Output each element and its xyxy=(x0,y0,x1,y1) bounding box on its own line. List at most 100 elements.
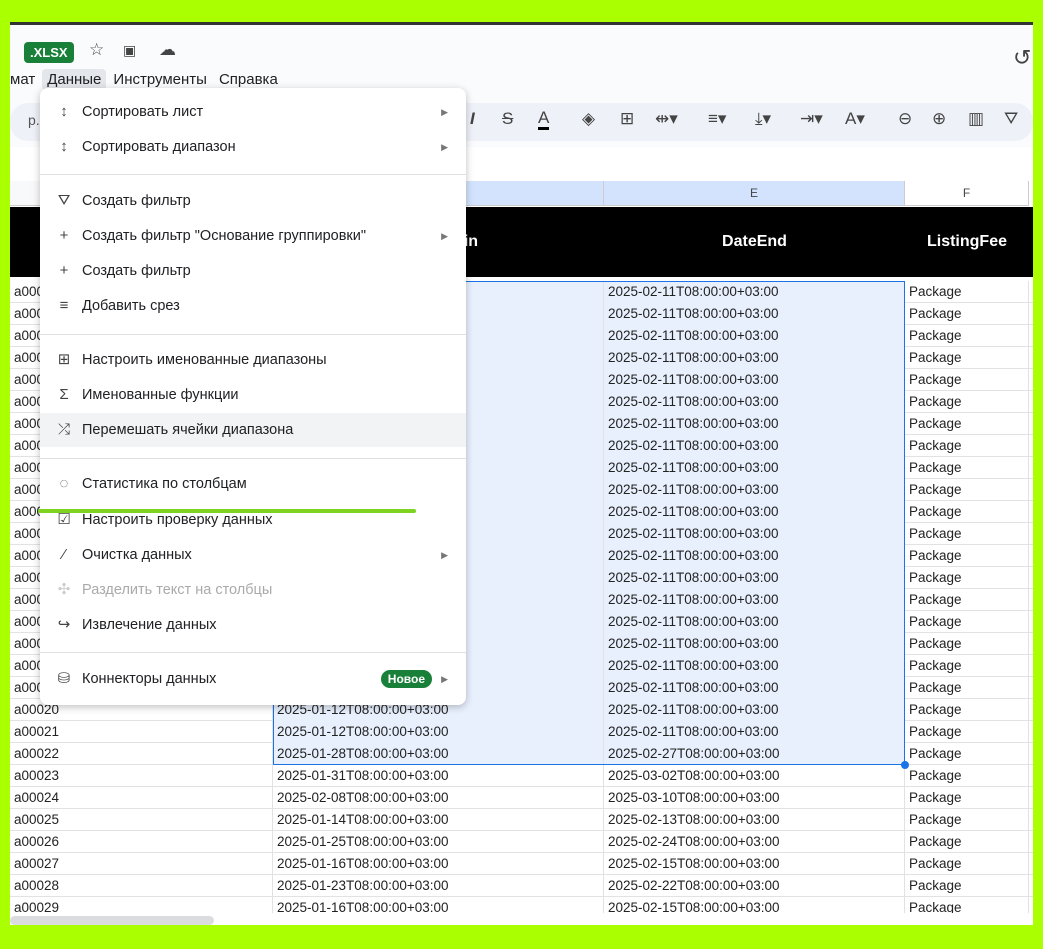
cell-date-end[interactable]: 2025-02-11T08:00:00+03:00 xyxy=(604,567,905,589)
cell-date-end[interactable]: 2025-02-11T08:00:00+03:00 xyxy=(604,457,905,479)
cell-date-end[interactable]: 2025-02-15T08:00:00+03:00 xyxy=(604,853,905,875)
link-icon[interactable]: ⊖ xyxy=(898,109,912,129)
cell-listing-fee[interactable]: Package xyxy=(905,281,1029,303)
cell-date-end[interactable]: 2025-02-11T08:00:00+03:00 xyxy=(604,721,905,743)
cell-listing-fee[interactable]: Package xyxy=(905,501,1029,523)
cell-listing-fee[interactable]: Package xyxy=(905,435,1029,457)
cell-listing-fee[interactable]: Package xyxy=(905,325,1029,347)
cell-listing-fee[interactable]: Package xyxy=(905,545,1029,567)
cell-listing-fee[interactable]: Package xyxy=(905,523,1029,545)
cell-id[interactable]: a00027 xyxy=(10,853,273,875)
cell-date-begin[interactable]: 2025-01-23T08:00:00+03:00 xyxy=(273,875,604,897)
menu-item[interactable]: ↕ Сортировать лист ▶ xyxy=(40,95,466,129)
cell-date-end[interactable]: 2025-02-11T08:00:00+03:00 xyxy=(604,479,905,501)
menu-item[interactable]: ↪ Извлечение данных xyxy=(40,608,466,642)
cell-date-end[interactable]: 2025-02-11T08:00:00+03:00 xyxy=(604,545,905,567)
cell-listing-fee[interactable]: Package xyxy=(905,391,1029,413)
menu-item[interactable]: Σ Именованные функции xyxy=(40,378,466,412)
menu-item[interactable]: + Создать фильтр "Основание группировки" ▶ xyxy=(40,219,466,253)
text-wrap-icon[interactable]: ⇥▾ xyxy=(800,109,823,129)
cell-id[interactable]: a00028 xyxy=(10,875,273,897)
cell-listing-fee[interactable]: Package xyxy=(905,589,1029,611)
cloud-saved-icon[interactable]: ☁ xyxy=(159,40,176,60)
fill-handle[interactable] xyxy=(901,761,909,769)
menu-item[interactable]: ⤮ Перемешать ячейки диапазона xyxy=(40,413,466,447)
text-rotation-icon[interactable]: A▾ xyxy=(845,109,865,129)
cell-listing-fee[interactable]: Package xyxy=(905,765,1029,787)
cell-date-begin[interactable]: 2025-01-31T08:00:00+03:00 xyxy=(273,765,604,787)
cell-date-end[interactable]: 2025-02-11T08:00:00+03:00 xyxy=(604,655,905,677)
horizontal-scrollbar[interactable] xyxy=(10,913,1033,925)
cell-id[interactable]: a00021 xyxy=(10,721,273,743)
align-icon[interactable]: ≡▾ xyxy=(708,109,726,129)
filter-icon[interactable]: ⛛ xyxy=(1004,109,1018,129)
strikethrough-icon[interactable]: S xyxy=(502,109,513,129)
cell-listing-fee[interactable]: Package xyxy=(905,787,1029,809)
fill-color-icon[interactable]: ◈ xyxy=(582,109,595,129)
cell-date-end[interactable]: 2025-02-11T08:00:00+03:00 xyxy=(604,347,905,369)
cell-date-end[interactable]: 2025-02-13T08:00:00+03:00 xyxy=(604,809,905,831)
cell-listing-fee[interactable]: Package xyxy=(905,413,1029,435)
cell-id[interactable]: a00026 xyxy=(10,831,273,853)
cell-listing-fee[interactable]: Package xyxy=(905,479,1029,501)
menu-item[interactable]: ↕ Сортировать диапазон ▶ xyxy=(40,130,466,164)
cell-date-end[interactable]: 2025-02-11T08:00:00+03:00 xyxy=(604,501,905,523)
cell-listing-fee[interactable]: Package xyxy=(905,567,1029,589)
text-color-icon[interactable]: A xyxy=(538,109,550,130)
italic-icon[interactable]: I xyxy=(470,109,475,129)
cell-listing-fee[interactable]: Package xyxy=(905,655,1029,677)
cell-date-end[interactable]: 2025-02-11T08:00:00+03:00 xyxy=(604,589,905,611)
cell-listing-fee[interactable]: Package xyxy=(905,457,1029,479)
cell-date-end[interactable]: 2025-02-11T08:00:00+03:00 xyxy=(604,391,905,413)
merge-cells-icon[interactable]: ⇹▾ xyxy=(655,109,678,129)
menu-data[interactable]: Данные xyxy=(42,69,107,90)
menu-item[interactable]: ≡ Добавить срез xyxy=(40,289,466,323)
cell-listing-fee[interactable]: Package xyxy=(905,677,1029,699)
cell-date-end[interactable]: 2025-03-10T08:00:00+03:00 xyxy=(604,787,905,809)
cell-listing-fee[interactable]: Package xyxy=(905,611,1029,633)
star-icon[interactable]: ☆ xyxy=(89,40,104,60)
cell-date-begin[interactable]: 2025-02-08T08:00:00+03:00 xyxy=(273,787,604,809)
move-folder-icon[interactable]: ▣ xyxy=(123,42,136,59)
cell-date-end[interactable]: 2025-02-11T08:00:00+03:00 xyxy=(604,611,905,633)
menu-tools[interactable]: Инструменты xyxy=(108,69,212,90)
cell-date-end[interactable]: 2025-02-22T08:00:00+03:00 xyxy=(604,875,905,897)
header-listing-fee[interactable]: ListingFee xyxy=(905,207,1029,277)
cell-date-begin[interactable]: 2025-01-16T08:00:00+03:00 xyxy=(273,853,604,875)
cell-id[interactable]: a00025 xyxy=(10,809,273,831)
cell-listing-fee[interactable]: Package xyxy=(905,743,1029,765)
menu-item[interactable]: + Создать фильтр xyxy=(40,254,466,288)
cell-listing-fee[interactable]: Package xyxy=(905,809,1029,831)
cell-listing-fee[interactable]: Package xyxy=(905,831,1029,853)
menu-item[interactable]: ⛛ Создать фильтр xyxy=(40,184,466,218)
cell-date-end[interactable]: 2025-02-11T08:00:00+03:00 xyxy=(604,325,905,347)
cell-listing-fee[interactable]: Package xyxy=(905,853,1029,875)
cell-date-end[interactable]: 2025-03-02T08:00:00+03:00 xyxy=(604,765,905,787)
cell-date-end[interactable]: 2025-02-11T08:00:00+03:00 xyxy=(604,523,905,545)
menu-item[interactable]: ⊞ Настроить именованные диапазоны xyxy=(40,343,466,377)
cell-date-end[interactable]: 2025-02-11T08:00:00+03:00 xyxy=(604,413,905,435)
chart-icon[interactable]: ▥ xyxy=(968,109,984,129)
cell-listing-fee[interactable]: Package xyxy=(905,369,1029,391)
cell-listing-fee[interactable]: Package xyxy=(905,633,1029,655)
cell-date-end[interactable]: 2025-02-11T08:00:00+03:00 xyxy=(604,677,905,699)
menu-format[interactable]: мат xyxy=(10,69,40,90)
cell-date-begin[interactable]: 2025-01-12T08:00:00+03:00 xyxy=(273,721,604,743)
font-select[interactable]: р. xyxy=(28,112,40,128)
cell-date-end[interactable]: 2025-02-24T08:00:00+03:00 xyxy=(604,831,905,853)
cell-listing-fee[interactable]: Package xyxy=(905,721,1029,743)
cell-date-end[interactable]: 2025-02-11T08:00:00+03:00 xyxy=(604,303,905,325)
cell-date-end[interactable]: 2025-02-11T08:00:00+03:00 xyxy=(604,369,905,391)
column-header-f[interactable]: F xyxy=(905,181,1029,206)
scrollbar-thumb[interactable] xyxy=(10,916,214,925)
cell-date-end[interactable]: 2025-02-11T08:00:00+03:00 xyxy=(604,699,905,721)
cell-id[interactable]: a00022 xyxy=(10,743,273,765)
borders-icon[interactable]: ⊞ xyxy=(620,109,634,129)
menu-item[interactable]: ⁄ Очистка данных ▶ xyxy=(40,538,466,572)
cell-listing-fee[interactable]: Package xyxy=(905,303,1029,325)
comment-icon[interactable]: ⊕ xyxy=(932,109,946,129)
cell-date-end[interactable]: 2025-02-27T08:00:00+03:00 xyxy=(604,743,905,765)
cell-id[interactable]: a00024 xyxy=(10,787,273,809)
cell-date-begin[interactable]: 2025-01-25T08:00:00+03:00 xyxy=(273,831,604,853)
history-icon[interactable]: ↺ xyxy=(1013,45,1031,71)
